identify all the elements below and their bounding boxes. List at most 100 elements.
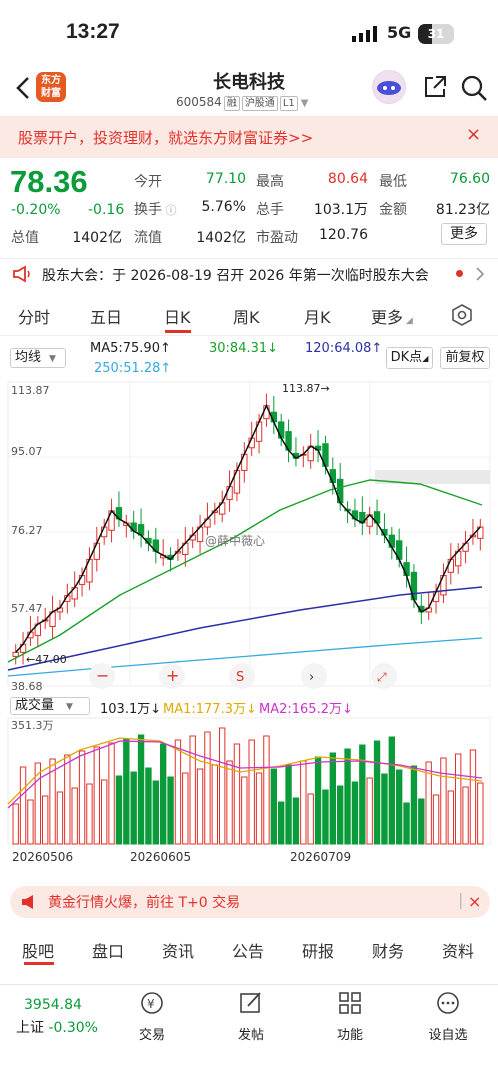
tab-finance[interactable]: 财务 (372, 938, 404, 962)
chevron-right-icon[interactable] (474, 265, 486, 283)
volume-bar (196, 768, 204, 845)
stock-code: 600584 (176, 95, 222, 109)
ma250-label: 250:51.28↑ (94, 361, 172, 376)
candle (226, 486, 233, 501)
search-icon[interactable] (460, 74, 488, 102)
volume-bar (292, 797, 300, 845)
promo-banner-text[interactable]: 股票开户，投资理财，就选东方财富证券>> (18, 127, 313, 148)
active-tab-underline (165, 330, 191, 333)
volume-bar (300, 760, 307, 845)
kline-chart[interactable]: 113.87 95.07 76.27 57.47 38.68 113.87→ ←… (0, 380, 498, 696)
volume-value-label: 103.1万↓ (100, 702, 162, 717)
tab-announcements[interactable]: 公告 (232, 938, 264, 962)
dk-point-label: DK点 (390, 350, 423, 365)
low-value: 76.60 (449, 171, 490, 187)
expand-icon: ⤢ (376, 670, 387, 684)
volume-bar (160, 743, 167, 845)
tab-weekly-k[interactable]: 周K (233, 304, 260, 328)
volume-bar (108, 742, 115, 845)
dropdown-icon: ◢ (403, 316, 413, 326)
adjust-button[interactable]: 前复权 (440, 347, 490, 369)
volume-bar (145, 767, 152, 845)
volume-bar (27, 799, 34, 845)
volume-bar (307, 793, 314, 845)
y-tick-3: 76.27 (11, 524, 43, 537)
open-label: 今开 (134, 174, 162, 190)
volume-bar (263, 735, 270, 845)
change-amount: -0.16 (88, 202, 125, 218)
candle (329, 469, 336, 484)
volume-bar (440, 757, 447, 845)
turnover-label-text: 换手 (134, 202, 162, 218)
volume-bar (314, 756, 322, 845)
dk-point-button[interactable]: DK点◢ (386, 347, 433, 369)
volume-bar (86, 783, 93, 845)
tab-monthly-k[interactable]: 月K (304, 304, 331, 328)
tab-news[interactable]: 资讯 (162, 938, 194, 962)
svg-text:¥: ¥ (147, 997, 155, 1011)
volume-bar (373, 740, 381, 845)
nav-functions[interactable]: 功能 (320, 990, 380, 1043)
tab-profile[interactable]: 资料 (442, 938, 474, 962)
nav-trade-label: 交易 (138, 1028, 165, 1043)
close-icon[interactable]: × (466, 124, 481, 145)
nav-trade[interactable]: ¥ 交易 (122, 990, 182, 1043)
chevron-down-icon[interactable]: ▼ (301, 98, 309, 109)
battery-level: 31 (427, 27, 445, 41)
candle (403, 562, 410, 577)
volume-bar (167, 776, 174, 845)
settings-icon[interactable] (451, 304, 473, 326)
pe-label: 市盈动 (256, 230, 298, 246)
volume-select[interactable]: 成交量 ▼ (10, 697, 90, 715)
tab-more[interactable]: 更多 ◢ (371, 304, 413, 328)
volume-bar (337, 785, 344, 845)
index-row[interactable]: 上证 -0.30% (16, 1017, 98, 1037)
y-tick-4: 57.47 (11, 602, 43, 615)
vol-ma1-label: MA1:177.3万↓ (163, 702, 257, 717)
volume-bar (101, 779, 108, 845)
volume-bar (381, 773, 388, 845)
nav-post-label: 发帖 (237, 1028, 264, 1043)
volume-bar (123, 738, 130, 845)
nav-post[interactable]: 发帖 (221, 990, 281, 1043)
market-cap-value: 1402亿 (72, 230, 122, 246)
volume-bar (204, 731, 211, 845)
volume-bar (56, 791, 64, 845)
close-icon[interactable]: × (468, 892, 481, 911)
y-tick-5: 38.68 (11, 680, 43, 693)
share-icon[interactable] (422, 74, 448, 100)
volume-bar (322, 789, 329, 845)
high-value: 80.64 (327, 171, 368, 187)
volume-bar (152, 780, 159, 845)
more-button[interactable]: 更多 (441, 223, 487, 245)
volume-bar (344, 748, 351, 845)
index-name: 上证 (16, 1020, 44, 1036)
volume-bar (278, 801, 285, 845)
index-value[interactable]: 3954.84 (24, 997, 82, 1013)
tag-level: L1 (279, 96, 298, 111)
indicator-select[interactable]: 均线 ▼ (10, 348, 66, 368)
info-icon[interactable]: ⓘ (162, 204, 176, 217)
tab-forum[interactable]: 股吧 (22, 938, 54, 962)
date-tick-1: 20260506 (12, 850, 74, 864)
battery-icon: 31 (418, 24, 454, 44)
assistant-robot-icon[interactable] (372, 70, 406, 104)
tab-intraday[interactable]: 分时 (18, 304, 50, 328)
volume-bar (447, 790, 454, 845)
tab-research[interactable]: 研报 (302, 938, 334, 962)
change-percent: -0.20% (11, 202, 61, 218)
tab-five-day[interactable]: 五日 (90, 304, 122, 328)
gold-promo-text[interactable]: 黄金行情火爆，前往 T+0 交易 (48, 892, 240, 912)
notice-text[interactable]: 股东大会：于 2026-08-19 召开 2026 年第一次临时股东大会 (42, 265, 429, 285)
ma120-label: 120:64.08↑ (305, 341, 383, 356)
tab-orderbook[interactable]: 盘口 (92, 938, 124, 962)
high-label: 最高 (256, 174, 284, 190)
amount-label: 金额 (379, 202, 407, 218)
volume-bar (366, 777, 373, 845)
volume-bar (115, 775, 123, 845)
grid-icon (339, 992, 361, 1014)
tab-daily-k[interactable]: 日K (164, 304, 191, 328)
nav-watchlist[interactable]: 设自选 (418, 990, 478, 1043)
dropdown-icon: ▼ (49, 354, 56, 364)
unread-dot (456, 270, 463, 277)
